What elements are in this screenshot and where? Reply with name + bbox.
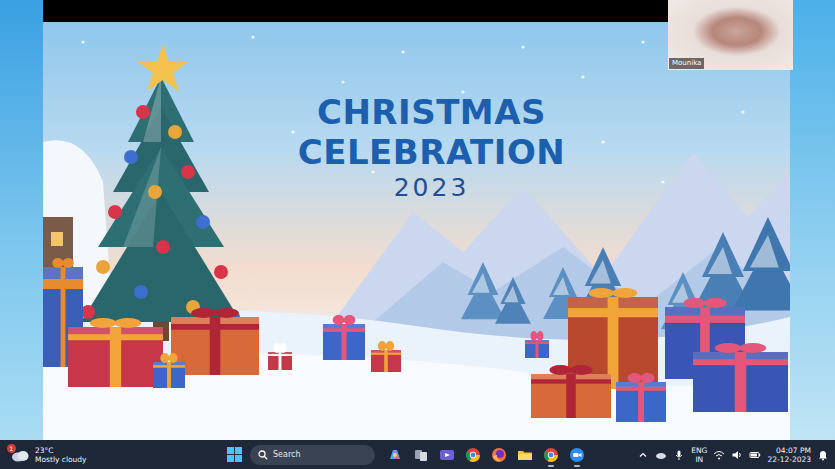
search-icon (258, 450, 268, 460)
pine-tree (732, 217, 790, 311)
taskbar-app[interactable] (487, 443, 511, 467)
input-language[interactable]: ENGIN (691, 446, 707, 464)
taskbar: 1 23°CMostly cloudy Search ENGIN 04:07 PM22-… (0, 440, 835, 469)
temperature: 23°C (35, 446, 54, 455)
backdrop-left (0, 0, 43, 440)
christmas-tree (81, 44, 241, 341)
mountains (333, 152, 790, 342)
weather: 1 (10, 447, 30, 463)
running-indicator (548, 465, 554, 467)
wifi-icon[interactable] (713, 449, 725, 461)
gift-box (371, 341, 401, 372)
firefox-icon[interactable] (491, 447, 507, 463)
backdrop-right (790, 0, 835, 440)
weather-condition: Mostly cloudy (35, 455, 87, 464)
title-line: CHRISTMAS (317, 92, 546, 132)
task-view-icon[interactable] (413, 447, 429, 463)
gift-box (616, 373, 666, 422)
folder-icon[interactable] (517, 447, 533, 463)
slide-year: 2023 (394, 172, 470, 204)
zoom-icon[interactable] (569, 447, 585, 463)
video-meeting-icon[interactable] (439, 447, 455, 463)
taskbar-app[interactable] (539, 443, 563, 467)
running-indicator (574, 465, 580, 467)
gift-box (531, 365, 611, 418)
slide-title: CHRISTMASCELEBRATION2023 (290, 90, 574, 206)
taskbar-app[interactable] (565, 443, 589, 467)
taskbar-apps: Search (222, 443, 589, 467)
time: 04:07 PM (776, 446, 811, 455)
search-box[interactable]: Search (250, 445, 375, 465)
speaker-icon[interactable] (731, 449, 743, 461)
chevron-up-icon[interactable] (637, 449, 649, 461)
slide-illustration (43, 22, 790, 440)
participant-name: Mounika (669, 58, 704, 69)
gift-box (68, 318, 163, 387)
onedrive-icon[interactable] (655, 449, 667, 461)
taskbar-app[interactable] (461, 443, 485, 467)
gift-box (525, 331, 549, 358)
title-line: CELEBRATION (298, 132, 566, 172)
gift-box (693, 343, 788, 412)
chrome-icon[interactable] (465, 447, 481, 463)
search-placeholder: Search (273, 450, 367, 459)
chrome-icon[interactable] (543, 447, 559, 463)
start-button[interactable] (222, 443, 246, 467)
pine-tree (495, 277, 531, 324)
microphone-icon[interactable] (673, 449, 685, 461)
taskbar-app[interactable] (435, 443, 459, 467)
gift-box (568, 288, 658, 389)
weather-badge: 1 (7, 444, 16, 453)
taskbar-app[interactable] (383, 443, 407, 467)
date: 22-12-2023 (767, 455, 811, 464)
windows-icon[interactable] (227, 447, 242, 462)
pine-tree (461, 262, 505, 319)
system-tray: ENGIN 04:07 PM22-12-2023 (637, 446, 829, 464)
bell-icon[interactable] (817, 449, 829, 461)
star-icon (138, 44, 188, 91)
taskbar-app[interactable] (409, 443, 433, 467)
presentation-slide: CHRISTMASCELEBRATION2023 (43, 22, 790, 440)
gift-box (153, 353, 185, 388)
gift-box (268, 343, 292, 370)
copilot-icon[interactable] (387, 447, 403, 463)
gift-box (323, 315, 365, 360)
desktop-screen: CHRISTMASCELEBRATION2023 Mounika 1 23°CMost… (0, 0, 835, 469)
weather-widget[interactable]: 1 23°CMostly cloudy (10, 446, 222, 464)
clock[interactable]: 04:07 PM22-12-2023 (767, 446, 811, 464)
battery-icon[interactable] (749, 449, 761, 461)
taskbar-app[interactable] (513, 443, 537, 467)
participant-video[interactable]: Mounika (668, 0, 793, 70)
